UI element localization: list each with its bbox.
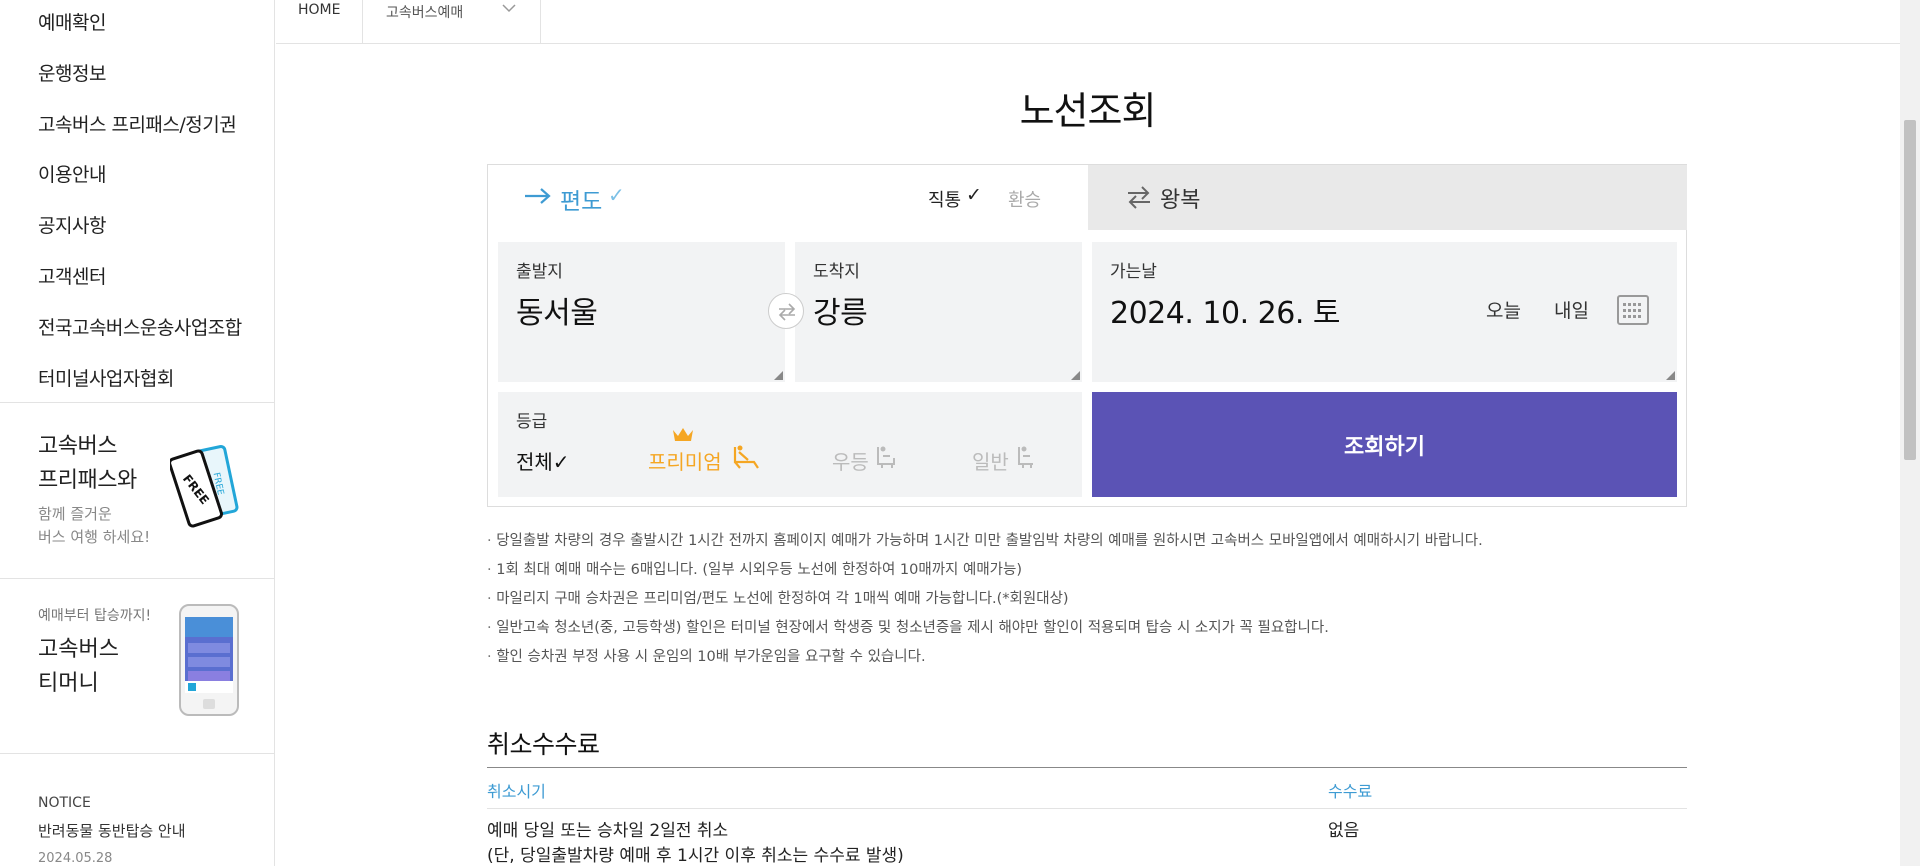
table-row: 예매 당일 또는 승차일 2일전 취소 (단, 당일출발차량 예매 후 1시간 … — [487, 809, 1687, 866]
oneway-label: 편도 — [560, 189, 603, 215]
date-field[interactable]: 가는날 2024. 10. 26. 토 오늘 내일 — [1092, 242, 1677, 382]
tab-oneway[interactable]: 편도 ✓ 직통 ✓ 환승 — [488, 165, 1088, 230]
note-item: 1회 최대 예매 매수는 6매입니다. (일부 시외우등 노선에 한정하여 10… — [487, 556, 1483, 585]
arrival-value: 강릉 — [813, 296, 868, 331]
freepass-promo-title: 고속버스 프리패스와 — [38, 434, 137, 493]
normal-seat-icon — [1018, 446, 1033, 468]
scrollbar-thumb[interactable] — [1904, 120, 1916, 460]
arrival-label: 도착지 — [813, 262, 860, 282]
notice-date: 2024.05.28 — [38, 851, 113, 866]
search-button[interactable]: 조회하기 — [1092, 392, 1677, 497]
note-item: 마일리지 구매 승차권은 프리미엄/편도 노선에 한정하여 각 1매씩 예매 가… — [487, 585, 1483, 614]
breadcrumb-home-link[interactable]: HOME — [298, 2, 340, 18]
note-item: 할인 승차권 부정 사용 시 운임의 10배 부가운임을 요구할 수 있습니다. — [487, 643, 1483, 672]
tmoney-promo-tagline: 예매부터 탑승까지! — [38, 608, 152, 624]
roundtrip-arrows-icon — [1128, 186, 1150, 209]
column-header-time: 취소시기 — [487, 782, 546, 801]
mobile-app-phone-icon — [179, 604, 239, 716]
departure-label: 출발지 — [516, 262, 563, 282]
date-label: 가는날 — [1110, 262, 1157, 282]
sidebar-divider — [0, 402, 274, 403]
date-value: 2024. 10. 26. 토 — [1110, 296, 1341, 331]
transfer-option[interactable]: 환승 — [1008, 186, 1041, 212]
swap-icon — [778, 303, 796, 321]
check-icon: ✓ — [608, 183, 625, 207]
breadcrumb-current-dropdown[interactable]: 고속버스예매 — [386, 2, 463, 22]
sidebar-item-notice[interactable]: 공지사항 — [38, 211, 106, 238]
grade-premium-option[interactable]: 프리미엄 — [648, 446, 722, 475]
calendar-icon[interactable] — [1616, 293, 1650, 327]
grade-label: 등급 — [516, 412, 548, 432]
column-header-fee: 수수료 — [1328, 782, 1373, 801]
sidebar-item-customer-center[interactable]: 고객센터 — [38, 262, 106, 289]
cancellation-fee-title: 취소수수료 — [487, 730, 600, 759]
swap-locations-button[interactable] — [768, 293, 804, 329]
roundtrip-label: 왕복 — [1160, 188, 1201, 213]
sidebar-item-union[interactable]: 전국고속버스운송사업조합 — [38, 313, 242, 340]
cancellation-fee-table: 취소시기 수수료 예매 당일 또는 승차일 2일전 취소 (단, 당일출발차량 … — [487, 767, 1687, 866]
corner-marker — [1666, 371, 1675, 380]
arrival-field[interactable]: 도착지 강릉 — [795, 242, 1082, 382]
tmoney-promo-title: 고속버스 티머니 — [38, 637, 119, 696]
check-icon: ✓ — [966, 184, 982, 206]
sidebar-divider — [0, 753, 274, 754]
tomorrow-button[interactable]: 내일 — [1554, 296, 1589, 323]
today-button[interactable]: 오늘 — [1486, 296, 1521, 323]
corner-marker — [774, 371, 783, 380]
sidebar-item-reservation-check[interactable]: 예매확인 — [38, 8, 106, 35]
table-header: 취소시기 수수료 — [487, 767, 1687, 809]
page-scrollbar[interactable] — [1900, 0, 1920, 866]
grade-all-option[interactable]: 전체✓ — [516, 446, 570, 475]
notice-label: NOTICE — [38, 795, 91, 811]
sidebar-item-terminal-association[interactable]: 터미널사업자협회 — [38, 364, 174, 391]
free-ticket-icon: FREE FREE — [170, 445, 239, 528]
freepass-promo-subtitle: 함께 즐거운 버스 여행 하세요! — [38, 505, 151, 546]
sidebar-divider — [0, 578, 274, 579]
route-search-panel: 편도 ✓ 직통 ✓ 환승 왕복 출발지 동서울 도착지 강릉 가는날 2024.… — [487, 164, 1687, 507]
crown-icon — [673, 428, 693, 441]
tab-roundtrip[interactable]: 왕복 — [1088, 165, 1687, 230]
grade-field: 등급 전체✓ 프리미엄 우등 일반 — [498, 392, 1082, 497]
corner-marker — [1071, 371, 1080, 380]
note-item: 당일출발 차량의 경우 출발시간 1시간 전까지 홈페이지 예매가 가능하며 1… — [487, 527, 1482, 556]
breadcrumb: HOME 고속버스예매 — [276, 0, 1900, 44]
booking-notes: 당일출발 차량의 경우 출발시간 1시간 전까지 홈페이지 예매가 가능하며 1… — [487, 527, 1483, 672]
sidebar-item-guide[interactable]: 이용안내 — [38, 160, 106, 187]
cancel-fee-cell: 없음 — [1328, 821, 1360, 841]
note-item: 일반고속 청소년(중, 고등학생) 할인은 터미널 현장에서 학생증 및 청소년… — [487, 614, 1483, 643]
direct-option[interactable]: 직통 — [928, 186, 961, 212]
breadcrumb-divider — [540, 0, 541, 44]
breadcrumb-divider — [362, 0, 363, 44]
cancel-time-cell: 예매 당일 또는 승차일 2일전 취소 (단, 당일출발차량 예매 후 1시간 … — [487, 821, 904, 866]
arrow-right-icon — [525, 188, 551, 204]
premium-seat-icon — [733, 445, 759, 469]
grade-first-class-option[interactable]: 우등 — [832, 446, 869, 475]
first-class-seat-icon — [877, 446, 895, 468]
departure-field[interactable]: 출발지 동서울 — [498, 242, 785, 382]
departure-value: 동서울 — [516, 296, 598, 331]
page-title: 노선조회 — [1019, 89, 1157, 133]
grade-normal-option[interactable]: 일반 — [972, 446, 1009, 475]
notice-title-link[interactable]: 반려동물 동반탑승 안내 — [38, 820, 186, 841]
chevron-down-icon[interactable] — [502, 3, 516, 13]
